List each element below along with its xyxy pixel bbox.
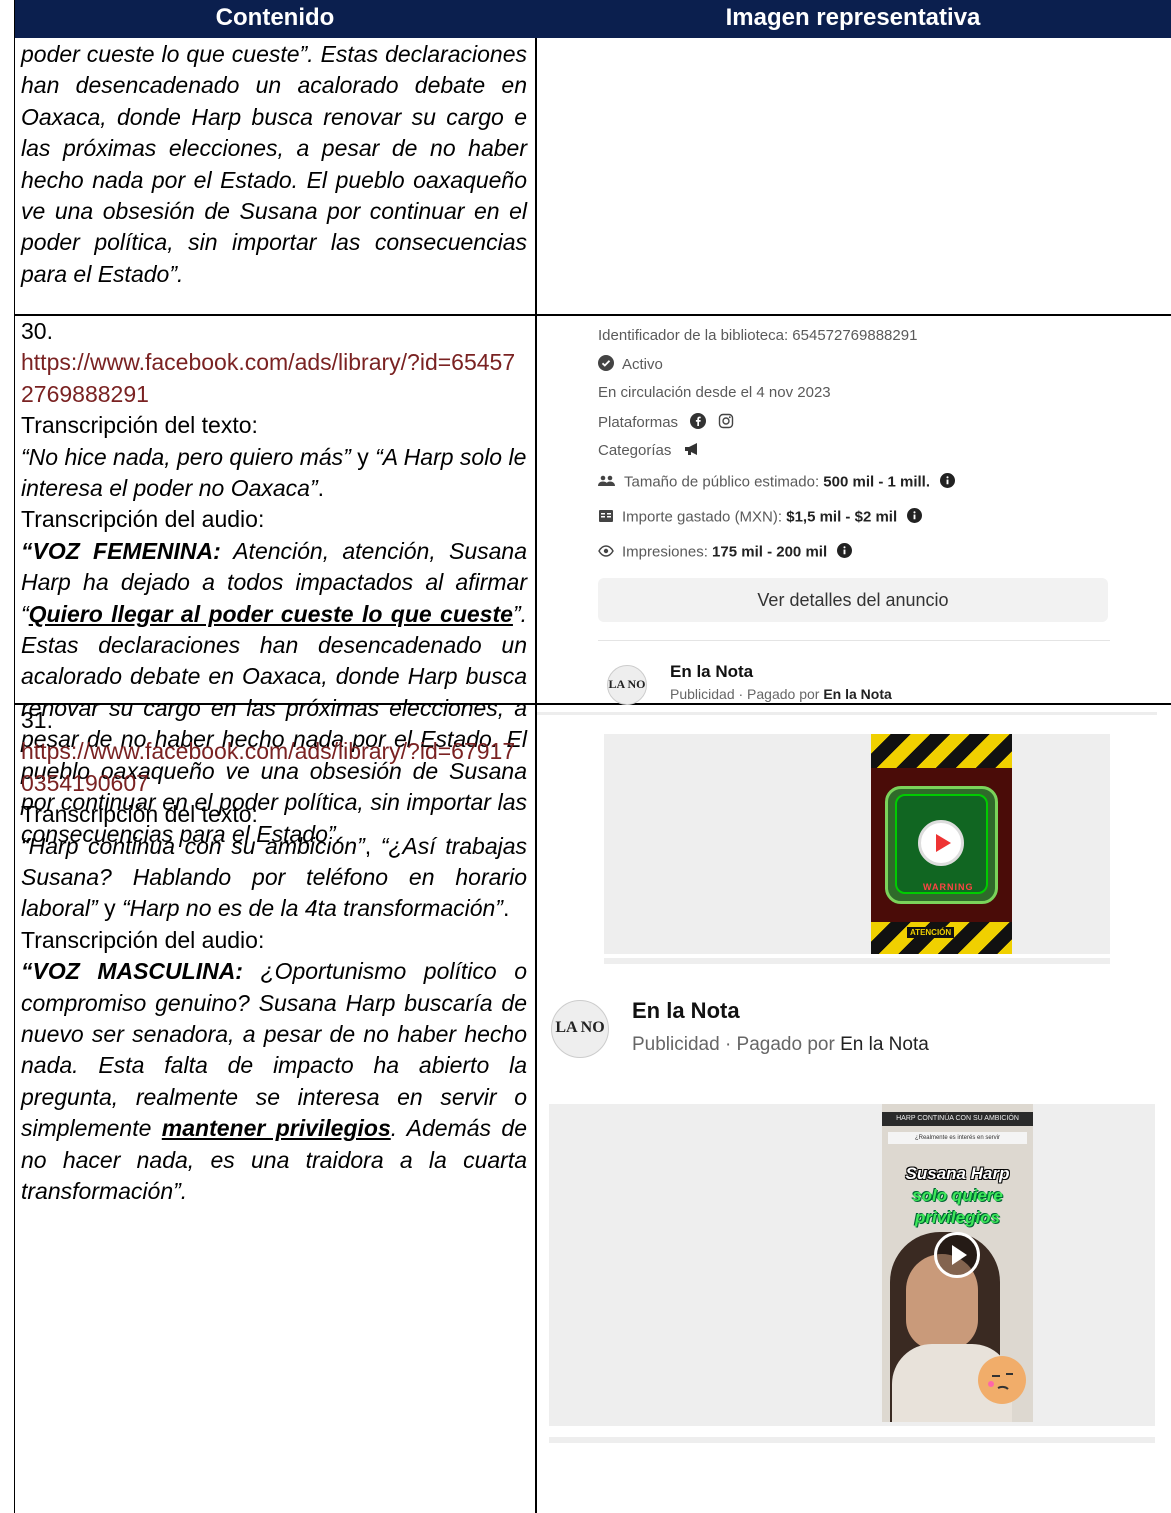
ad31-page-name[interactable]: En la Nota bbox=[632, 998, 740, 1024]
ad30-categories-label: Categorías bbox=[598, 442, 672, 459]
ad30-video-thumbnail[interactable]: WARNING ATENCIÓN bbox=[871, 734, 1012, 954]
hazard-stripe-top bbox=[871, 734, 1012, 768]
row31-text-transcription: “Harp continua con su ambición”, “¿Así t… bbox=[21, 831, 527, 925]
ad31-video-area bbox=[549, 1104, 1155, 1426]
row31-speaker: “VOZ MASCULINA: bbox=[21, 958, 243, 985]
ad30-since: En circulación desde el 4 nov 2023 bbox=[598, 384, 831, 401]
row30-text-transcription: “No hice nada, pero quiero más” y “A Har… bbox=[21, 442, 527, 505]
row31-conj: y bbox=[97, 895, 122, 922]
row30-speaker: “VOZ FEMENINA: bbox=[21, 537, 221, 564]
ad31-video-thumbnail[interactable]: HARP CONTINÚA CON SU AMBICIÓN ¿Realmente… bbox=[882, 1104, 1033, 1422]
row30-number: 30. bbox=[21, 318, 53, 344]
emoji-icon bbox=[978, 1356, 1026, 1404]
ad31-sponsored-label: Publicidad · Pagado por bbox=[632, 1034, 841, 1055]
header-imagen: Imagen representativa bbox=[725, 4, 981, 31]
thumb-title-2: solo quiere bbox=[912, 1186, 1003, 1205]
facebook-icon bbox=[690, 413, 707, 433]
ad30-audience: Tamaño de público estimado: 500 mil - 1 … bbox=[598, 473, 963, 492]
megaphone-icon bbox=[684, 442, 702, 460]
ad30-audience-value: 500 mil - 1 mill. bbox=[823, 473, 931, 491]
row31-quote-3: “Harp no es de la 4ta transformación” bbox=[122, 895, 503, 922]
receipt-icon bbox=[598, 509, 614, 527]
row31-content: 31. https://www.facebook.com/ads/library… bbox=[21, 705, 527, 1208]
ad30-platforms-label: Plataformas bbox=[598, 413, 679, 431]
row30-end: . bbox=[317, 475, 325, 502]
ad30-audience-label: Tamaño de público estimado: bbox=[624, 473, 824, 491]
logo-text: LA NO bbox=[608, 677, 646, 691]
page-logo-avatar: LA NO bbox=[551, 1000, 609, 1058]
row30-audio-quote: Quiero llegar al poder cueste lo que cue… bbox=[28, 600, 513, 627]
page-logo-avatar: LA NO bbox=[607, 665, 647, 705]
ad31-sponsored: Publicidad · Pagado por En la Nota bbox=[632, 1034, 929, 1056]
row31-text-heading: Transcripción del texto: bbox=[21, 801, 258, 828]
row31-audio-heading: Transcripción del audio: bbox=[21, 926, 265, 953]
row30-link[interactable]: https://www.facebook.com/ads/library/?id… bbox=[21, 347, 527, 410]
column-divider bbox=[535, 38, 537, 1513]
ad30-platforms: Plataformas bbox=[598, 413, 742, 433]
thumb-sub-banner: ¿Realmente es interés en servir bbox=[888, 1132, 1027, 1144]
people-icon bbox=[598, 474, 616, 492]
ad30-status: Activo bbox=[598, 355, 663, 375]
table-header: Contenido Imagen representativa bbox=[15, 0, 1171, 38]
row31-number: 31. bbox=[21, 707, 53, 733]
row31-quote-1: “Harp continua con su ambición” bbox=[21, 832, 365, 859]
row31-audio-transcription: “VOZ MASCULINA: ¿Oportunismo político o … bbox=[21, 956, 527, 1207]
row30-quote-1: “No hice nada, pero quiero más” bbox=[21, 443, 351, 470]
ad30-spent: Importe gastado (MXN): $1,5 mil - $2 mil bbox=[598, 508, 930, 527]
ad31-payer: En la Nota bbox=[840, 1034, 929, 1055]
instagram-icon bbox=[718, 413, 734, 433]
row30-conj: y bbox=[350, 443, 376, 470]
row30-audio-heading: Transcripción del audio: bbox=[21, 506, 265, 533]
ad30-payer: En la Nota bbox=[823, 686, 892, 702]
ad30-spent-label: Importe gastado (MXN): bbox=[622, 508, 787, 526]
row31-link[interactable]: https://www.facebook.com/ads/library/?id… bbox=[21, 736, 527, 799]
row31-comma: , bbox=[364, 832, 381, 859]
ad30-page-name[interactable]: En la Nota bbox=[670, 662, 753, 682]
logo-text: LA NO bbox=[555, 1019, 605, 1036]
ad30-status-label: Activo bbox=[622, 355, 663, 373]
warning-label: WARNING bbox=[923, 882, 974, 892]
ad30-sponsored: Publicidad · Pagado por En la Nota bbox=[670, 686, 892, 702]
row31-audio-quote: mantener privilegios bbox=[161, 1115, 391, 1142]
ad30-categories: Categorías bbox=[598, 442, 710, 460]
ad30-library-id: Identificador de la biblioteca: 65457276… bbox=[598, 327, 918, 344]
row-prev-text: poder cueste lo que cueste”. Estas decla… bbox=[21, 41, 527, 287]
header-contenido: Contenido bbox=[215, 4, 335, 31]
ad-details-button[interactable]: Ver detalles del anuncio bbox=[598, 578, 1108, 622]
ad30-impressions-value: 175 mil - 200 mil bbox=[712, 543, 828, 561]
eye-icon bbox=[598, 544, 614, 561]
ad30-spent-value: $1,5 mil - $2 mil bbox=[786, 508, 898, 526]
info-icon[interactable] bbox=[837, 543, 853, 562]
info-icon[interactable] bbox=[940, 473, 956, 492]
ad30-separator bbox=[598, 640, 1110, 641]
thumb-top-banner: HARP CONTINÚA CON SU AMBICIÓN bbox=[882, 1112, 1033, 1126]
atencion-label: ATENCIÓN bbox=[907, 927, 955, 938]
row31-audio-a: ¿Oportunismo político o compromiso genui… bbox=[21, 958, 527, 1142]
play-button-icon[interactable] bbox=[918, 820, 964, 866]
ad30-video-area bbox=[604, 734, 1110, 954]
thumb-title-3: privilegios bbox=[914, 1208, 1001, 1227]
play-button-icon[interactable] bbox=[934, 1232, 980, 1278]
thumb-title-1: Susana Harp bbox=[905, 1164, 1010, 1183]
ad31-top-separator bbox=[537, 712, 1157, 715]
ad30-bottom-bar bbox=[604, 958, 1110, 964]
ad30-impressions-label: Impresiones: bbox=[622, 543, 713, 561]
info-icon[interactable] bbox=[907, 508, 923, 527]
ad30-sponsored-label: Publicidad · Pagado por bbox=[670, 686, 824, 702]
ad31-bottom-bar bbox=[549, 1437, 1155, 1443]
row30-text-heading: Transcripción del texto: bbox=[21, 412, 258, 439]
row31-end: . bbox=[502, 895, 510, 922]
ad30-impressions: Impresiones: 175 mil - 200 mil bbox=[598, 543, 860, 562]
check-circle-icon bbox=[598, 355, 614, 375]
